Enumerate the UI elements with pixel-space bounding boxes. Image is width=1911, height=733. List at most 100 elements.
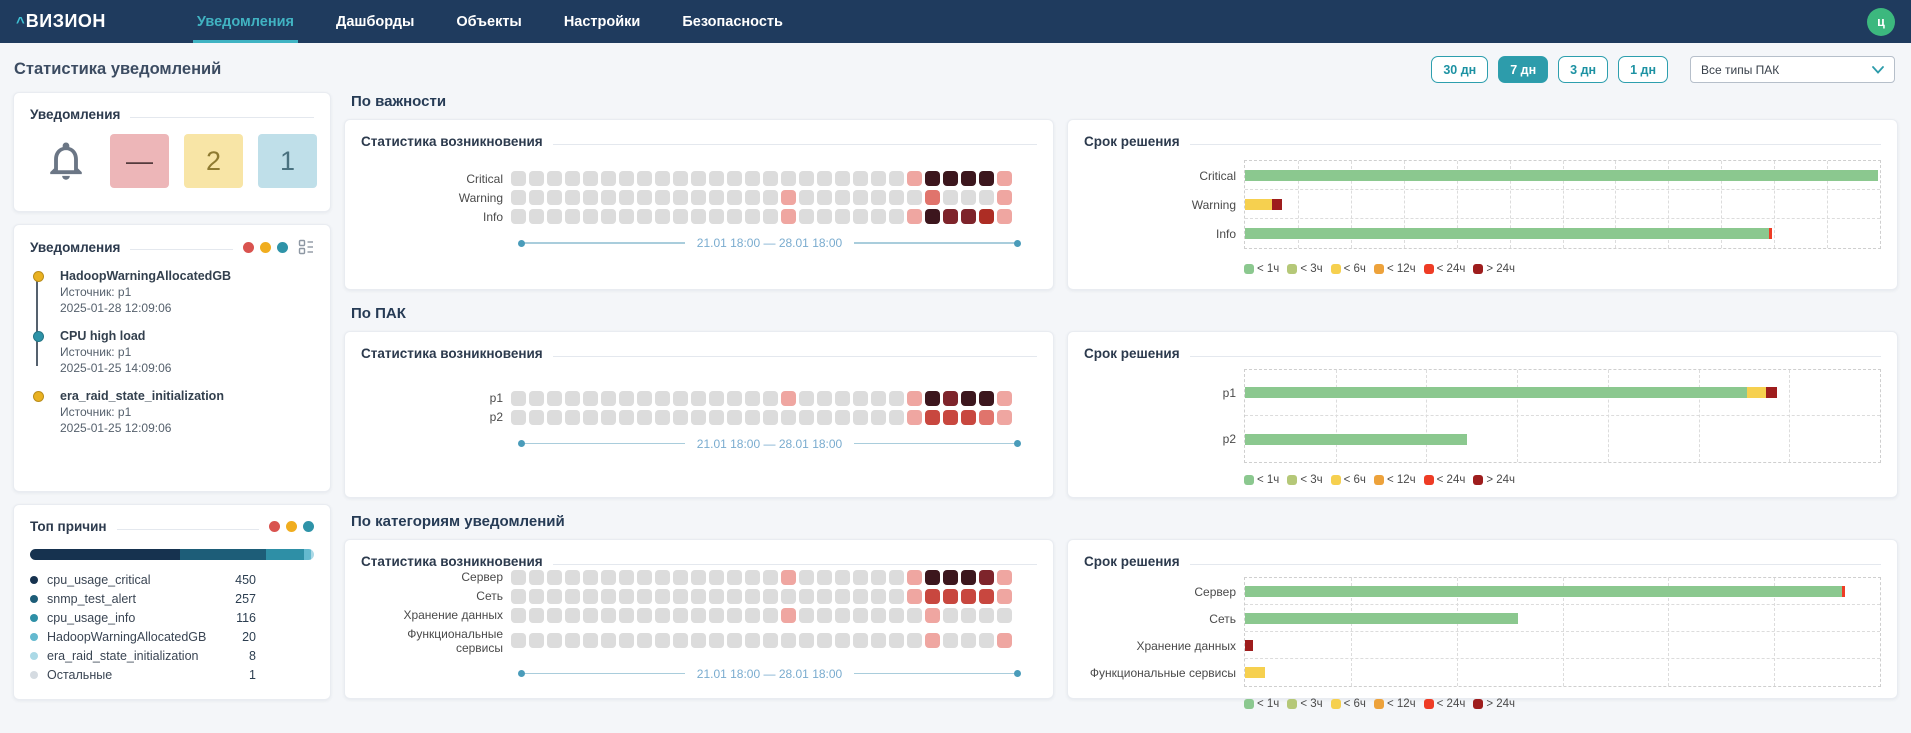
bar-segment (1245, 640, 1253, 651)
heatmap-row: Сеть (361, 589, 1037, 604)
severity-dot-warning[interactable] (260, 242, 271, 253)
heatmap-cell (655, 633, 670, 648)
nav-tab-security[interactable]: Безопасность (678, 0, 787, 43)
range-button-7d[interactable]: 7 дн (1498, 56, 1548, 83)
legend-item: < 1ч (1244, 263, 1279, 275)
user-avatar[interactable]: ц (1867, 8, 1895, 36)
heatmap-cell (817, 209, 832, 224)
heatmap-cell (781, 589, 796, 604)
heatmap-cell (583, 570, 598, 585)
heatmap-cell (853, 209, 868, 224)
notifications-card: Уведомления HadoopWarningAllocatedGBИсто… (13, 224, 331, 492)
top-cause-row[interactable]: cpu_usage_critical450 (30, 573, 314, 587)
heatmap-cell (799, 391, 814, 406)
notification-name: era_raid_state_initialization (60, 389, 314, 404)
occurrence-card: Статистика возникновенияp1p221.01 18:00 … (344, 331, 1054, 498)
list-settings-icon[interactable] (298, 239, 314, 255)
heatmap-cell (727, 608, 742, 623)
heatmap-cell (655, 589, 670, 604)
legend-swatch (1331, 475, 1341, 485)
heatmap-cell (619, 209, 634, 224)
bar-segment (1245, 434, 1467, 445)
legend-label: < 24ч (1437, 698, 1466, 710)
notification-item[interactable]: era_raid_state_initializationИсточник: p… (32, 389, 314, 436)
heatmap-cell (799, 589, 814, 604)
notification-item[interactable]: CPU high loadИсточник: p12025-01-25 14:0… (32, 329, 314, 376)
heatmap-cell (907, 410, 922, 425)
heatmap-cell (511, 190, 526, 205)
occurrence-card: Статистика возникновенияСерверСетьХранен… (344, 539, 1054, 699)
notification-list: HadoopWarningAllocatedGBИсточник: p12025… (30, 269, 314, 436)
top-cause-row[interactable]: era_raid_state_initialization8 (30, 649, 314, 663)
notification-time: 2025-01-25 14:09:06 (60, 360, 314, 376)
heatmap-cell (835, 209, 850, 224)
top-cause-row[interactable]: cpu_usage_info116 (30, 611, 314, 625)
heatmap-cell (943, 633, 958, 648)
severity-dot-warning[interactable] (286, 521, 297, 532)
heatmap-cell (601, 608, 616, 623)
heatmap-cell (511, 589, 526, 604)
heatmap-cell (853, 410, 868, 425)
heatmap-cell (835, 633, 850, 648)
legend-swatch (1331, 264, 1341, 274)
range-button-30d[interactable]: 30 дн (1431, 56, 1488, 83)
heatmap-cell (817, 171, 832, 186)
top-cause-row[interactable]: Остальные1 (30, 668, 314, 682)
heatmap-cells (511, 608, 1012, 623)
nav-tab-dashboards[interactable]: Дашборды (332, 0, 418, 43)
legend-swatch (1244, 264, 1254, 274)
heatmap-cell (925, 570, 940, 585)
severity-dot-critical[interactable] (269, 521, 280, 532)
heatmap-cell (727, 410, 742, 425)
bar-segment (1769, 228, 1772, 239)
heatmap-cell (529, 633, 544, 648)
severity-dot-critical[interactable] (243, 242, 254, 253)
heatmap-cell (565, 570, 580, 585)
card-head: Статистика возникновения (361, 554, 1037, 569)
heatmap-cell (709, 570, 724, 585)
legend-swatch (1424, 699, 1434, 709)
legend-swatch (1473, 699, 1483, 709)
card-head: Статистика возникновения (361, 134, 1037, 149)
heatmap-cell (889, 570, 904, 585)
heatmap-cell (655, 190, 670, 205)
heatmap-row-label: Хранение данных (361, 608, 511, 622)
heatmap-cell (547, 570, 562, 585)
heatmap-cell (943, 171, 958, 186)
pak-type-select[interactable]: Все типы ПАК (1690, 56, 1895, 83)
heatmap-cell (637, 589, 652, 604)
top-cause-row[interactable]: snmp_test_alert257 (30, 592, 314, 606)
range-button-3d[interactable]: 3 дн (1558, 56, 1608, 83)
heatmap-cells (511, 209, 1012, 224)
bar-segment (1842, 586, 1845, 597)
heatmap-cell (619, 633, 634, 648)
heatmap-cell (511, 209, 526, 224)
heatmap-cell (979, 633, 994, 648)
nav-tab-objects[interactable]: Объекты (452, 0, 525, 43)
severity-filter-dots (269, 521, 314, 532)
range-button-1d[interactable]: 1 дн (1618, 56, 1668, 83)
legend-swatch (1287, 475, 1297, 485)
heatmap-cell (871, 209, 886, 224)
heatmap-cell (727, 391, 742, 406)
heatmap-cell (727, 190, 742, 205)
heatmap-cell (745, 570, 760, 585)
heatmap-cell (511, 633, 526, 648)
severity-dot-info[interactable] (303, 521, 314, 532)
heatmap-cell (979, 589, 994, 604)
top-cause-row[interactable]: HadoopWarningAllocatedGB20 (30, 630, 314, 644)
notification-item[interactable]: HadoopWarningAllocatedGBИсточник: p12025… (32, 269, 314, 316)
nav-tab-notifications[interactable]: Уведомления (193, 0, 298, 43)
nav-tab-settings[interactable]: Настройки (560, 0, 645, 43)
heatmap-cell (817, 633, 832, 648)
severity-dot-info[interactable] (277, 242, 288, 253)
notification-time: 2025-01-28 12:09:06 (60, 300, 314, 316)
card-title: Статистика возникновения (361, 134, 543, 149)
resolution-bar (1245, 228, 1880, 239)
heatmap-cell (583, 209, 598, 224)
heatmap-cell (943, 391, 958, 406)
severity-dot-icon (33, 271, 44, 282)
content: Уведомления —21 Уведомления (0, 92, 1911, 714)
resolution-bar (1245, 199, 1880, 210)
heatmap-cell (889, 391, 904, 406)
